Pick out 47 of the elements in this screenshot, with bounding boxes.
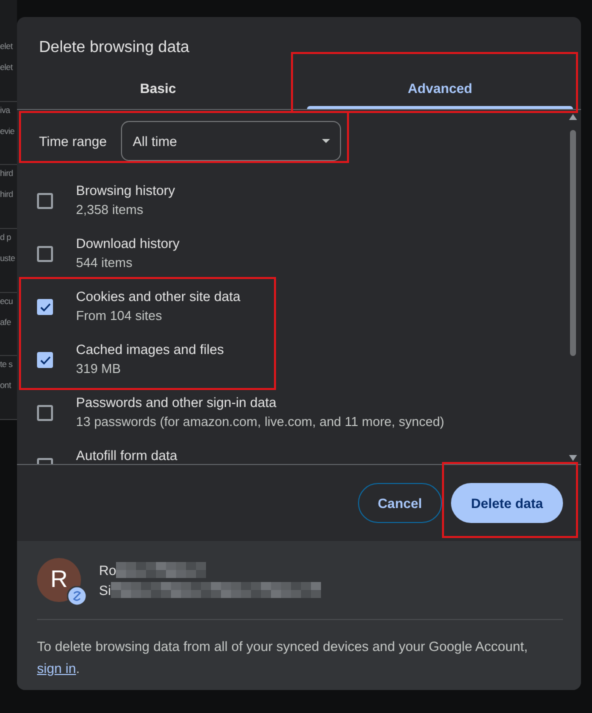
scroll-down-arrow-icon[interactable] [568,455,578,461]
option-detail: 319 MB [76,360,122,378]
option-label: Browsing history [76,182,176,200]
avatar: R [37,558,81,602]
check-icon [40,302,50,312]
account-name: Ro [99,562,116,578]
settings-text-fragment: te s [0,358,14,372]
option-label: Download history [76,235,180,253]
option-label: Passwords and other sign-in data [76,394,278,412]
option-label: Cached images and files [76,341,224,359]
tab[interactable]: Advanced [299,68,581,109]
settings-text-fragment: uste [0,252,16,266]
tab[interactable]: Basic [17,68,299,109]
settings-text-fragment: hird [0,167,14,180]
option-label: Cookies and other site data [76,288,240,306]
settings-text-fragment: ont [0,379,12,392]
scroll-up-arrow-icon[interactable] [568,114,578,120]
settings-text-fragment: elet [0,61,14,74]
option-detail: 544 items [76,254,134,272]
checkbox[interactable] [37,193,53,209]
cancel-button[interactable]: Cancel [358,483,442,523]
settings-text-fragment: iva [0,104,12,117]
settings-text-fragment: ecu [0,294,14,308]
dialog-title: Delete browsing data [38,38,190,58]
checkbox[interactable] [37,299,53,315]
checkbox[interactable] [37,246,53,262]
time-range-label: Time range [39,134,107,148]
option-detail: From 104 sites [76,307,163,325]
settings-text-fragment: hird [0,188,14,202]
dropdown-caret-icon [322,139,330,143]
option-detail: 13 passwords (for amazon.com, live.com, and 11 more, synced) [76,413,444,431]
settings-text-fragment: afe [0,316,12,329]
settings-text-fragment: elet [0,40,14,53]
option-detail: 2,358 items [76,201,144,219]
sync-note: To delete browsing data from all of your synced devices and your Google Account, sign in. [37,638,529,678]
delete-data-button[interactable]: Delete data [450,483,563,523]
option-label: Autofill form data [76,447,178,464]
check-icon [40,356,50,364]
sync-off-icon [67,586,87,606]
settings-text-fragment: evie [0,124,16,138]
checkbox[interactable] [37,405,53,421]
time-range-dropdown[interactable]: All time [120,121,341,161]
account-email: Si [99,582,112,598]
settings-text-fragment: d p [0,231,12,244]
sign-in-link[interactable]: sign in [37,661,76,676]
scrollbar-thumb[interactable] [570,130,576,356]
checkbox[interactable] [37,352,53,368]
